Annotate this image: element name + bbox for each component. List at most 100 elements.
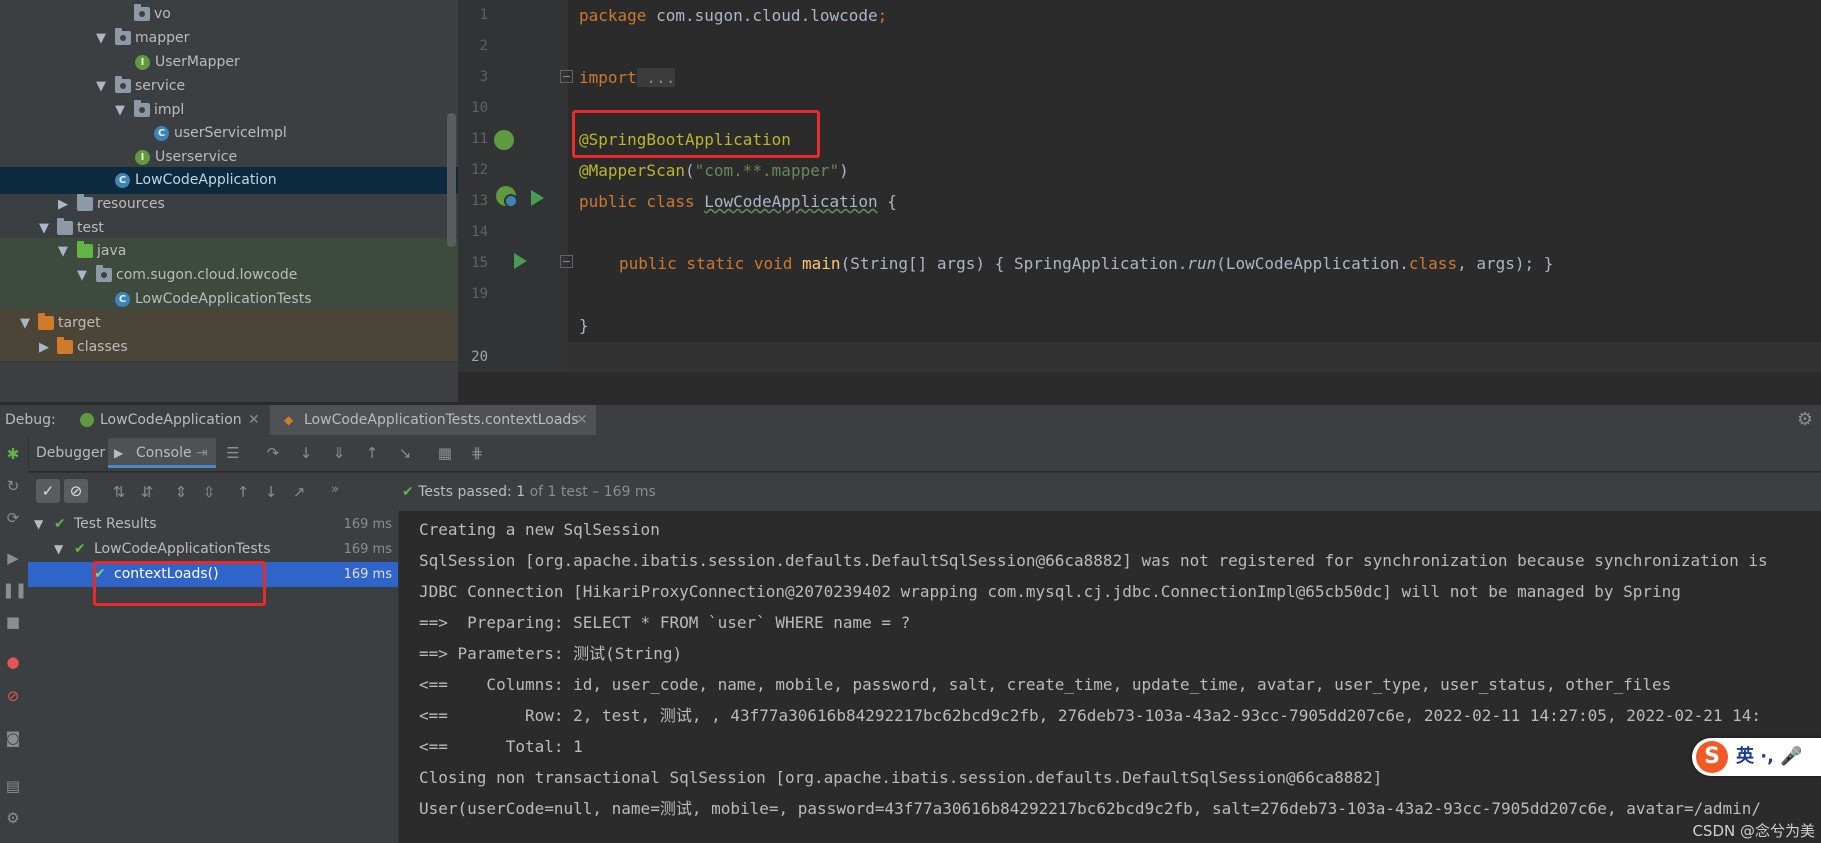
collapse-all-icon[interactable]: ⇳ [198, 481, 220, 503]
evaluate-icon[interactable]: ▦ [434, 442, 456, 464]
line-number: 13 [471, 193, 488, 209]
expand-arrow-icon[interactable]: ▼ [34, 512, 43, 537]
passed-check-icon: ✔ [74, 541, 86, 557]
pause-icon[interactable]: ❚❚ [2, 579, 27, 601]
rerun-icon[interactable]: ↻ [2, 475, 24, 497]
excluded-folder-icon [38, 313, 54, 330]
tree-item-mapper[interactable]: ▼ mapper [0, 25, 458, 52]
expand-arrow-icon[interactable]: ▼ [58, 238, 68, 265]
line-number: 1 [479, 7, 488, 23]
fold-icon[interactable] [560, 70, 573, 83]
code-line-1: package com.sugon.cloud.lowcode; [579, 6, 888, 25]
console-icon: ▶ [114, 446, 124, 460]
camera-icon[interactable]: ◙ [2, 727, 24, 749]
tree-item-service[interactable]: ▼ service [0, 73, 458, 100]
fold-icon[interactable] [560, 255, 573, 268]
current-line-highlight [568, 342, 1821, 372]
bug-icon[interactable]: ✱ [2, 443, 24, 465]
tree-item-usermapper[interactable]: I UserMapper [0, 49, 458, 76]
console-line: User(userCode=null, name=测试, mobile=, pa… [419, 799, 1762, 818]
gear-icon[interactable]: ⚙ [1797, 405, 1813, 435]
tree-item-resources[interactable]: ▶ resources [0, 191, 458, 218]
debug-tool-window-header: Debug: LowCodeApplication ✕ ◆ LowCodeApp… [0, 404, 1821, 435]
tab-lowcodeapplication[interactable]: LowCodeApplication ✕ [70, 405, 266, 435]
tree-item-userserviceimpl[interactable]: C userServiceImpl [0, 120, 458, 147]
trace-icon[interactable]: ⋕ [466, 442, 488, 464]
result-row-test-results[interactable]: ▼ ✔ Test Results 169 ms [28, 512, 398, 537]
menu-icon[interactable]: ☰ [222, 442, 244, 464]
console-line: Creating a new SqlSession [419, 520, 660, 539]
spring-bean-search-icon[interactable] [494, 130, 514, 150]
watermark: CSDN @念兮为美 [1692, 822, 1815, 840]
step-out-icon[interactable]: ↑ [361, 442, 383, 464]
ime-toolbar[interactable]: S 英 ·, 🎤 [1692, 738, 1821, 776]
run-to-cursor-icon[interactable]: ↘ [394, 442, 416, 464]
result-row-test-class[interactable]: ▼ ✔ LowCodeApplicationTests 169 ms [28, 537, 398, 562]
test-config-icon: ◆ [284, 413, 294, 427]
line-number: 10 [471, 100, 488, 116]
line-number: 15 [471, 255, 488, 271]
stop-icon[interactable]: ■ [2, 611, 24, 633]
force-step-into-icon[interactable]: ⇓ [328, 442, 350, 464]
more-icon[interactable]: » [324, 479, 346, 501]
console-line: Closing non transactional SqlSession [or… [419, 768, 1383, 787]
close-tab-icon[interactable]: ✕ [576, 405, 588, 435]
project-tree: vo ▼ mapper I UserMapper ▼ service ▼ imp… [0, 0, 458, 402]
tab-console[interactable]: ▶ Console ⇥ [108, 438, 216, 468]
export-icon[interactable]: ↗ [288, 481, 310, 503]
expand-all-icon[interactable]: ⇕ [170, 481, 192, 503]
restore-layout-icon[interactable]: ⇥ [196, 438, 208, 468]
expand-arrow-icon[interactable]: ▼ [77, 262, 87, 289]
tree-item-lowcodeapplication[interactable]: C LowCodeApplication [0, 167, 458, 194]
mute-breakpoints-icon[interactable]: ⊘ [2, 685, 24, 707]
tree-item-classes[interactable]: ▶ classes [0, 334, 458, 361]
step-over-icon[interactable]: ↷ [262, 442, 284, 464]
tree-item-target[interactable]: ▼ target [0, 310, 458, 337]
folder-icon [57, 218, 73, 235]
tree-item-test-package[interactable]: ▼ com.sugon.cloud.lowcode [0, 262, 458, 289]
ime-mode[interactable]: 英 ·, 🎤 [1736, 738, 1803, 776]
run-class-icon[interactable] [531, 190, 544, 206]
expand-arrow-icon[interactable]: ▼ [20, 310, 30, 337]
console-line: ==> Preparing: SELECT * FROM `user` WHER… [419, 613, 911, 632]
code-line-3: import ... [579, 68, 676, 87]
console-line: SqlSession [org.apache.ibatis.session.de… [419, 551, 1768, 570]
next-failed-icon[interactable]: ↓ [260, 481, 282, 503]
console-output[interactable]: Creating a new SqlSession SqlSession [or… [398, 511, 1821, 843]
show-ignored-icon[interactable]: ⊘ [64, 479, 88, 503]
resume-icon[interactable]: ▶ [2, 547, 24, 569]
collapsed-arrow-icon[interactable]: ▶ [39, 334, 49, 361]
view-breakpoints-icon[interactable]: ● [2, 651, 24, 673]
debug-label: Debug: [5, 412, 56, 428]
package-folder-icon [134, 4, 150, 21]
console-line: ==> Parameters: 测试(String) [419, 644, 683, 663]
sort-duration-icon[interactable]: ⇵ [136, 481, 158, 503]
code-line-19: } [579, 316, 589, 335]
tree-item-vo[interactable]: vo [0, 1, 458, 28]
spring-boot-class-icon: C [115, 173, 130, 188]
tree-scrollbar[interactable] [447, 113, 456, 247]
close-tab-icon[interactable]: ✕ [248, 405, 260, 435]
settings-icon[interactable]: ⚙ [2, 807, 24, 829]
step-into-icon[interactable]: ↓ [295, 442, 317, 464]
passed-check-icon: ✔ [402, 484, 414, 500]
sort-alpha-icon[interactable]: ⇅ [108, 481, 130, 503]
expand-arrow-icon[interactable]: ▼ [54, 537, 63, 562]
tab-lowcodeapplicationtests[interactable]: ◆ LowCodeApplicationTests.contextLoads ✕ [270, 405, 596, 435]
tree-item-java[interactable]: ▼ java [0, 238, 458, 265]
tab-debugger[interactable]: Debugger [36, 438, 105, 468]
show-passed-icon[interactable]: ✓ [36, 479, 60, 503]
package-folder-icon [115, 76, 131, 93]
collapsed-arrow-icon[interactable]: ▶ [58, 191, 68, 218]
package-folder-icon [96, 265, 112, 282]
test-source-folder-icon [77, 241, 93, 258]
expand-arrow-icon[interactable]: ▼ [96, 73, 106, 100]
prev-failed-icon[interactable]: ↑ [232, 481, 254, 503]
code-line-15: public static void main(String[] args) {… [619, 254, 1554, 273]
expand-arrow-icon[interactable]: ▼ [96, 25, 106, 52]
tree-item-lowcodeapplicationtests[interactable]: C LowCodeApplicationTests [0, 286, 458, 313]
layout-icon[interactable]: ▤ [2, 775, 24, 797]
run-main-icon[interactable] [514, 253, 527, 269]
restart-icon[interactable]: ⟳ [2, 507, 24, 529]
spring-boot-gutter-icon[interactable] [496, 186, 518, 208]
